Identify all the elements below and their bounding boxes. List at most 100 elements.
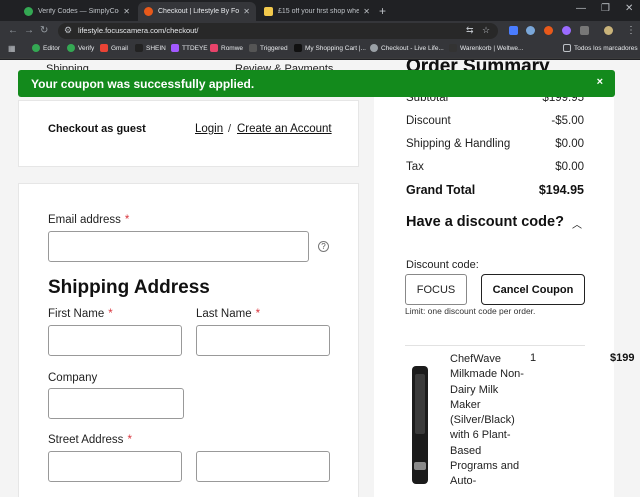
close-window-icon[interactable]: ✕ [625, 3, 633, 14]
close-tab-icon[interactable]: ✕ [123, 7, 130, 16]
folder-icon [563, 44, 571, 52]
tab-title: £15 off your first shop when you [278, 8, 360, 15]
bookmark-label: Gmail [111, 44, 128, 52]
close-icon[interactable]: × [597, 76, 603, 88]
required-mark: * [124, 214, 130, 226]
bookmark-label: SHEIN [146, 44, 166, 52]
site-info-icon[interactable]: ⚙ [64, 25, 72, 36]
bookmark-item[interactable]: My Shopping Cart |... [294, 44, 366, 52]
discount-value: -$5.00 [551, 115, 584, 127]
separator: / [228, 123, 232, 135]
bookmark-item[interactable]: TTDEYE [171, 44, 208, 52]
extension-icon[interactable] [562, 26, 571, 35]
company-field[interactable] [48, 388, 184, 419]
street-address-line2-field[interactable] [196, 451, 330, 482]
last-name-label: Last Name * [196, 308, 260, 320]
company-label: Company [48, 372, 98, 384]
first-name-field[interactable] [48, 325, 182, 356]
simplycodes-favicon-icon [24, 7, 33, 16]
extension-icon[interactable] [509, 26, 518, 35]
tax-label: Tax [406, 161, 424, 173]
bookmarks-bar: ▦ Editor Verify Gmail SHEIN TTDEYE Romwe… [0, 41, 640, 59]
last-name-field[interactable] [196, 325, 330, 356]
maximize-icon[interactable]: ❐ [601, 3, 610, 14]
last-name-label-text: Last Name [196, 308, 252, 320]
shein-icon [135, 44, 143, 52]
offer-favicon-icon [264, 7, 273, 16]
close-tab-icon[interactable]: ✕ [363, 7, 370, 16]
minimize-icon[interactable]: — [576, 3, 586, 14]
required-mark: * [127, 434, 132, 446]
bookmark-label: Verify [78, 44, 95, 52]
bookmark-item[interactable]: Warenkorb | Weltwe... [449, 44, 523, 52]
login-link[interactable]: Login [195, 123, 223, 135]
translate-icon[interactable]: ⇆ [466, 25, 474, 36]
url-text: lifestyle.focuscamera.com/checkout/ [78, 26, 199, 35]
avatar[interactable] [604, 26, 613, 35]
extensions-puzzle-icon[interactable] [580, 26, 589, 35]
discount-toggle[interactable]: Have a discount code? [406, 214, 564, 230]
bookmark-item[interactable]: Romwe [210, 44, 243, 52]
chevron-up-icon[interactable]: ︿ [572, 216, 582, 231]
forward-icon[interactable]: → [24, 25, 34, 36]
divider [405, 345, 585, 346]
discount-limit-note: Limit: one discount code per order. [405, 306, 536, 316]
discount-code-label: Discount code: [406, 259, 479, 271]
grand-total-label: Grand Total [406, 183, 476, 197]
product-name: ChefWave Milkmade Non-Dairy Milk Maker (… [450, 353, 524, 488]
romwe-icon [210, 44, 218, 52]
bookmark-label: Editor [43, 44, 60, 52]
street-address-label-text: Street Address [48, 434, 124, 446]
tab-title: Checkout | Lifestyle By Focus [158, 8, 240, 15]
bookmark-label: Triggered [260, 44, 288, 52]
bookmark-item[interactable]: Checkout - Live Life... [370, 44, 444, 52]
grand-total-value: $194.95 [538, 183, 584, 197]
first-name-label: First Name * [48, 308, 113, 320]
discount-code-field[interactable]: FOCUS [405, 274, 467, 305]
shopping-cart-icon [294, 44, 302, 52]
email-label: Email address * [48, 214, 129, 226]
ttdeye-icon [171, 44, 179, 52]
bookmark-label: Todos los marcadores [574, 44, 638, 52]
all-bookmarks[interactable]: Todos los marcadores [563, 44, 638, 52]
warenkorb-icon [449, 44, 457, 52]
bookmark-item[interactable]: Verify [67, 44, 94, 52]
first-name-label-text: First Name [48, 308, 105, 320]
focus-favicon-icon [144, 7, 153, 16]
tab-checkout[interactable]: Checkout | Lifestyle By Focus ✕ [138, 2, 256, 21]
product-price: $199 [610, 352, 635, 364]
extension-icon[interactable] [526, 26, 535, 35]
discount-row: Discount -$5.00 [406, 115, 584, 127]
email-label-text: Email address [48, 214, 121, 226]
reload-icon[interactable]: ↻ [40, 25, 48, 36]
street-address-label: Street Address * [48, 434, 132, 446]
triggered-icon [249, 44, 257, 52]
new-tab-icon[interactable]: + [379, 4, 386, 18]
bookmark-icon [32, 44, 40, 52]
tax-row: Tax $0.00 [406, 161, 584, 173]
bookmark-item[interactable]: Gmail [100, 44, 128, 52]
shipping-address-title: Shipping Address [48, 277, 210, 298]
required-mark: * [108, 308, 113, 320]
tab-offer[interactable]: £15 off your first shop when you ✕ [258, 2, 376, 21]
cancel-coupon-button[interactable]: Cancel Coupon [481, 274, 585, 305]
address-bar[interactable]: ⚙ lifestyle.focuscamera.com/checkout/ ⇆ … [58, 23, 498, 39]
back-icon[interactable]: ← [8, 25, 18, 36]
bookmark-star-icon[interactable]: ☆ [482, 25, 490, 36]
email-field[interactable] [48, 231, 309, 262]
globe-icon [370, 44, 378, 52]
street-address-line1-field[interactable] [48, 451, 182, 482]
bookmark-item[interactable]: SHEIN [135, 44, 166, 52]
apps-icon[interactable]: ▦ [8, 44, 16, 53]
bookmark-item[interactable]: Editor [32, 44, 60, 52]
extension-icon[interactable] [544, 26, 553, 35]
help-icon[interactable]: ? [318, 241, 329, 252]
menu-icon[interactable]: ⋮ [626, 25, 636, 36]
grand-total-row: Grand Total $194.95 [406, 183, 584, 197]
create-account-link[interactable]: Create an Account [237, 123, 332, 135]
required-mark: * [255, 308, 261, 320]
bookmark-item[interactable]: Triggered [249, 44, 288, 52]
close-tab-icon[interactable]: ✕ [243, 7, 250, 16]
tab-verify-codes[interactable]: Verify Codes — SimplyCodes ✕ [18, 2, 136, 21]
gmail-icon [100, 44, 108, 52]
